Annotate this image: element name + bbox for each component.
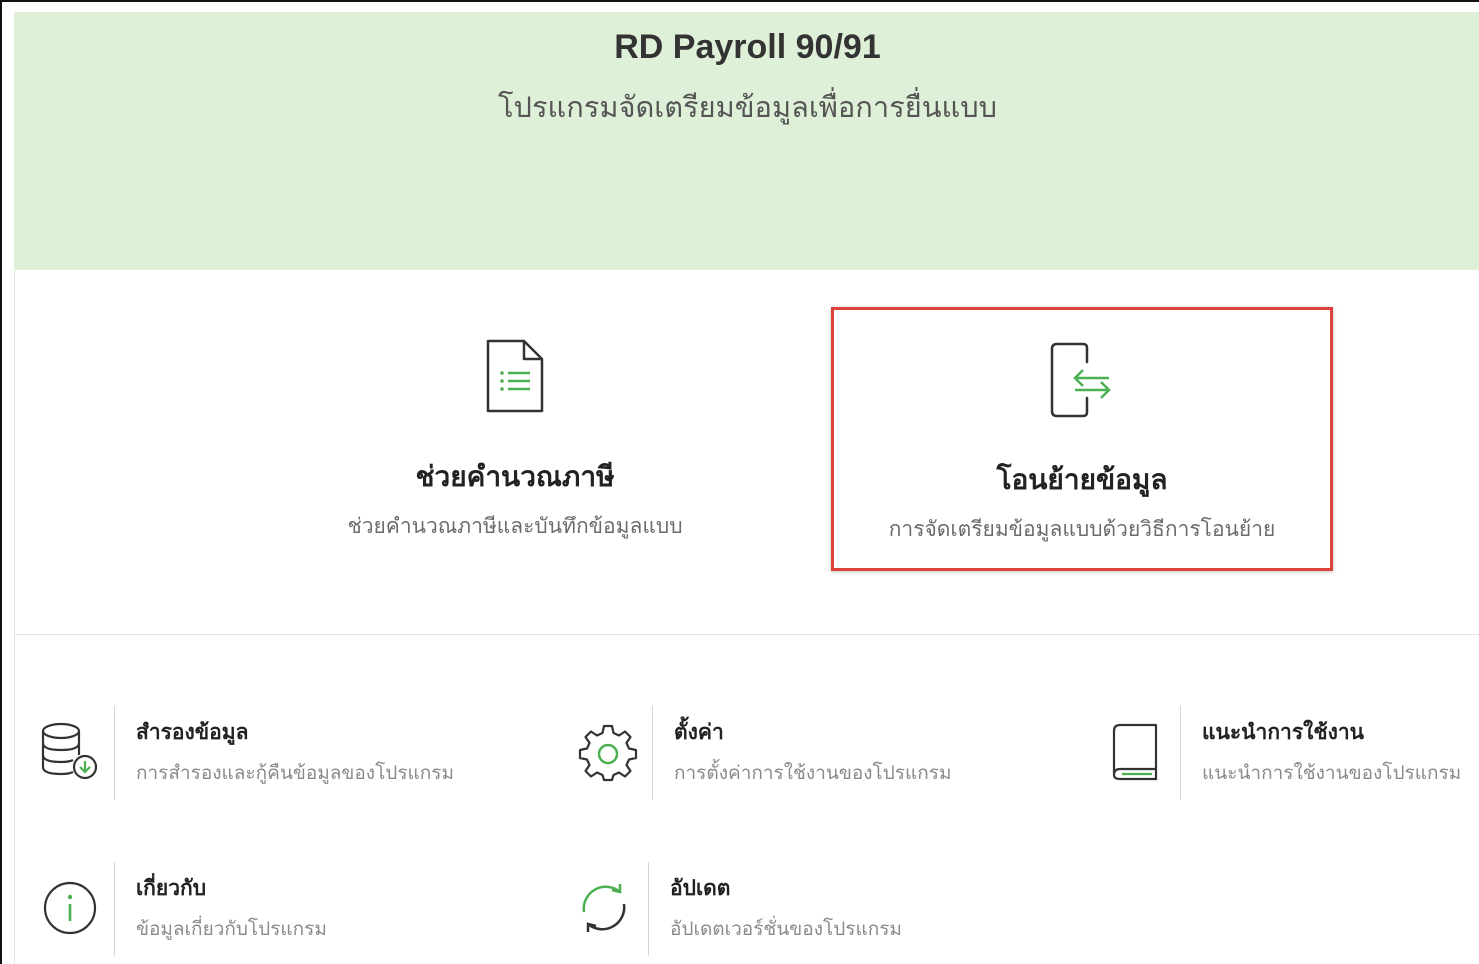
card-description: ช่วยคำนวณภาษีและบันทึกข้อมูลแบบ (347, 514, 683, 538)
tool-separator (114, 862, 115, 956)
info-icon (36, 860, 104, 956)
tool-separator (1180, 706, 1181, 800)
card-description: การจัดเตรียมข้อมูลแบบด้วยวิธีการโอนย้าย (888, 517, 1276, 541)
app-subtitle: โปรแกรมจัดเตรียมข้อมูลเพื่อการยื่นแบบ (497, 90, 998, 124)
tool-description: การตั้งค่าการใช้งานของโปรแกรม (674, 762, 952, 784)
tool-description: ข้อมูลเกี่ยวกับโปรแกรม (136, 918, 327, 940)
file-transfer-icon (1047, 340, 1117, 424)
tool-title: เกี่ยวกับ (136, 876, 207, 900)
tool-description: อัปเดตเวอร์ชั่นของโปรแกรม (670, 918, 902, 940)
app-title: RD Payroll 90/91 (614, 28, 881, 66)
card-title: โอนย้ายข้อมูล (996, 463, 1168, 496)
tool-separator (114, 706, 115, 800)
tool-title: ตั้งค่า (674, 720, 724, 744)
card-title: ช่วยคำนวณภาษี (415, 460, 615, 493)
tool-title: สำรองข้อมูล (136, 720, 249, 744)
header-banner: RD Payroll 90/91 โปรแกรมจัดเตรียมข้อมูลเ… (14, 12, 1479, 270)
tool-title: แนะนำการใช้งาน (1202, 720, 1365, 744)
data-transfer-card[interactable]: โอนย้ายข้อมูล การจัดเตรียมข้อมูลแบบด้วยว… (831, 307, 1333, 571)
tool-description: แนะนำการใช้งานของโปรแกรม (1202, 762, 1462, 784)
tool-description: การสำรองและกู้คืนข้อมูลของโปรแกรม (136, 762, 455, 784)
app-window: RD Payroll 90/91 โปรแกรมจัดเตรียมข้อมูลเ… (0, 0, 1479, 964)
refresh-icon (570, 860, 638, 956)
book-icon (1102, 704, 1170, 800)
tool-separator (652, 706, 653, 800)
section-divider (14, 634, 1479, 635)
tool-title: อัปเดต (670, 876, 731, 900)
tax-calculation-card[interactable]: ช่วยคำนวณภาษี ช่วยคำนวณภาษีและบันทึกข้อม… (264, 307, 766, 571)
gear-icon (574, 704, 642, 800)
document-list-icon (484, 337, 546, 419)
database-backup-icon (36, 704, 104, 800)
tool-separator (648, 862, 649, 956)
